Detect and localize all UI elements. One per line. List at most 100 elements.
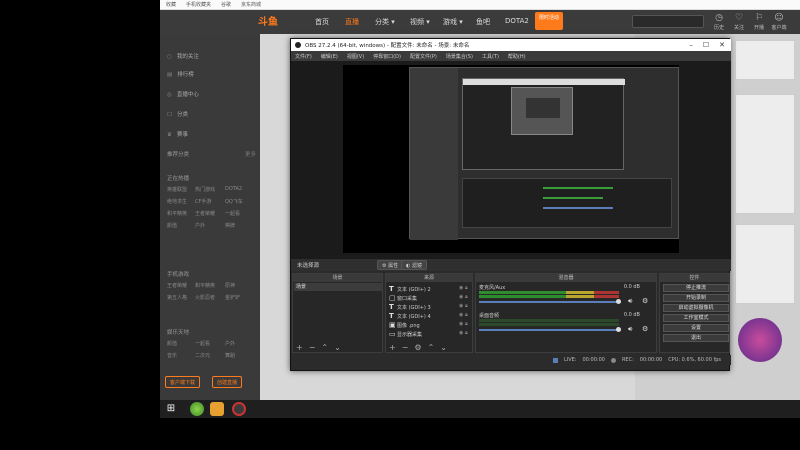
visibility-lock-icon[interactable]: ◉ 🔒︎ [459,294,468,300]
bookmark-item[interactable]: 收藏 [166,1,176,8]
menu-file[interactable]: 文件(F) [295,53,312,60]
nav-yuba[interactable]: 鱼吧 [476,17,490,27]
menu-tools[interactable]: 工具(T) [482,53,499,60]
visibility-lock-icon[interactable]: ◉ 🔒︎ [459,321,468,327]
volume-slider[interactable] [479,301,621,303]
sidebar-category-link[interactable]: 绝地求生 [167,198,195,205]
sidebar-category-link[interactable]: DOTA2 [225,186,255,193]
properties-button[interactable]: ⚙ 属性 [377,260,404,270]
obs-titlebar[interactable]: OBS 27.2.4 (64-bit, windows) - 配置文件: 未命名… [291,39,731,51]
source-item[interactable]: ▣图像 .png ◉ 🔒︎ [389,321,468,329]
nav-home[interactable]: 首页 [315,17,329,27]
follow-button[interactable]: ♡ 关注 [730,13,748,31]
sidebar-item-esports[interactable]: ♛ 赛事 [167,130,188,138]
gear-icon[interactable]: ⚙ [414,343,421,352]
windows-start-icon[interactable]: ⊞ [164,402,178,416]
sidebar-category-link[interactable]: 一起看 [225,210,255,217]
sidebar-category-link[interactable]: 音乐 [167,352,195,359]
nav-live[interactable]: 直播 [345,17,359,27]
sidebar-category-link[interactable]: 颜值 [167,222,195,229]
broadcast-button[interactable]: ⚐ 开播 [750,13,768,31]
menu-view[interactable]: 视图(V) [347,53,364,60]
close-icon[interactable]: ✕ [719,41,725,49]
sidebar-category-link[interactable]: 英雄联盟 [167,186,195,193]
more-link[interactable]: 更多 [245,150,256,158]
preview-canvas[interactable] [343,65,679,253]
down-icon[interactable]: ⌄ [334,343,341,352]
source-item[interactable]: T 文本 (GDI+) 4 ◉ 🔒︎ [389,312,468,320]
sidebar-category-link[interactable]: 第五人格 [167,294,195,301]
volume-slider-knob[interactable] [616,299,621,304]
nav-dota2[interactable]: DOTA2 [505,17,529,25]
sidebar-category-link[interactable]: 金铲铲 [225,294,255,301]
app-taskbar-icon[interactable] [210,402,224,416]
nav-hot-badge[interactable]: 限时活动 [535,12,563,30]
control-button[interactable]: 工作室模式 [663,314,729,322]
sidebar-category-link[interactable]: 热门游戏 [195,186,225,193]
create-live-button[interactable]: 创建直播 [212,376,243,388]
sidebar-category-link[interactable]: 王者荣耀 [167,282,195,289]
site-logo[interactable]: 斗鱼 [258,13,294,29]
control-button[interactable]: 停止推流 [663,284,729,292]
sidebar-category-link[interactable]: 一起看 [195,340,225,347]
sidebar-item-center[interactable]: ◎ 直播中心 [167,90,199,98]
sidebar-category-link[interactable]: 和平精英 [195,282,225,289]
down-icon[interactable]: ⌄ [440,343,447,352]
volume-slider-knob[interactable] [616,327,621,332]
nav-category[interactable]: 分类 ▾ [375,17,395,27]
speaker-icon[interactable]: 🔊︎ [628,297,632,306]
sidebar-category-link[interactable]: 原神 [225,282,255,289]
menu-help[interactable]: 帮助(H) [508,53,526,60]
visibility-lock-icon[interactable]: ◉ 🔒︎ [459,303,468,309]
sidebar-category-link[interactable]: 二次元 [195,352,225,359]
bookmark-item[interactable]: 京东商城 [241,1,261,8]
remove-icon[interactable]: − [309,343,316,352]
sidebar-category-link[interactable]: QQ飞车 [225,198,255,205]
source-item[interactable]: ▢窗口采集 ◉ 🔒︎ [389,294,468,302]
recommend-card[interactable] [735,224,795,304]
up-icon[interactable]: ⌃ [428,343,435,352]
sidebar-item-rank[interactable]: ▤ 排行榜 [167,70,194,78]
sidebar-category-link[interactable]: 户外 [225,340,255,347]
sidebar-category-link[interactable]: CF手游 [195,198,225,205]
sidebar-category-link[interactable]: 王者荣耀 [195,210,225,217]
menu-edit[interactable]: 编辑(E) [321,53,338,60]
bookmark-item[interactable]: 谷歌 [221,1,231,8]
add-icon[interactable]: + [389,343,396,352]
scene-item[interactable]: 场景 [294,283,382,291]
minimize-icon[interactable]: – [689,41,693,49]
add-icon[interactable]: + [296,343,303,352]
client-download-button[interactable]: 客户端下载 [165,376,201,388]
volume-slider[interactable] [479,329,621,331]
menu-scene-collection[interactable]: 场景集合(S) [446,53,473,60]
user-card[interactable] [735,40,795,80]
menu-docks[interactable]: 停靠窗口(D) [373,53,401,60]
sidebar-category-link[interactable]: 棋牌 [225,222,255,229]
visibility-lock-icon[interactable]: ◉ 🔒︎ [459,285,468,291]
gear-icon[interactable]: ⚙ [642,325,648,333]
sidebar-item-category[interactable]: ☐ 分类 [167,110,188,118]
history-button[interactable]: ◷ 历史 [710,13,728,31]
sidebar-item-follow[interactable]: ○ 我的关注 [167,52,199,60]
visibility-lock-icon[interactable]: ◉ 🔒︎ [459,330,468,336]
gear-icon[interactable]: ⚙ [642,297,648,305]
menu-profile[interactable]: 配置文件(P) [410,53,437,60]
maximize-icon[interactable]: ☐ [703,41,709,49]
nav-games[interactable]: 游戏 ▾ [443,17,463,27]
source-item[interactable]: T 文本 (GDI+) 3 ◉ 🔒︎ [389,303,468,311]
speaker-icon[interactable]: 🔊︎ [628,325,632,334]
up-icon[interactable]: ⌃ [321,343,328,352]
recommend-card[interactable] [735,94,795,214]
control-button[interactable]: 设置 [663,324,729,332]
ad-banner[interactable] [730,310,800,370]
visibility-lock-icon[interactable]: ◉ 🔒︎ [459,312,468,318]
source-item[interactable]: T 文本 (GDI+) 2 ◉ 🔒︎ [389,285,468,293]
sidebar-category-link[interactable]: 火影忍者 [195,294,225,301]
remove-icon[interactable]: − [402,343,409,352]
sidebar-category-link[interactable]: 和平精英 [167,210,195,217]
obs-taskbar-icon[interactable] [232,402,246,416]
sidebar-category-link[interactable]: 颜值 [167,340,195,347]
control-button[interactable]: 退出 [663,334,729,342]
sidebar-category-link[interactable]: 户外 [195,222,225,229]
search-input[interactable] [632,15,704,28]
